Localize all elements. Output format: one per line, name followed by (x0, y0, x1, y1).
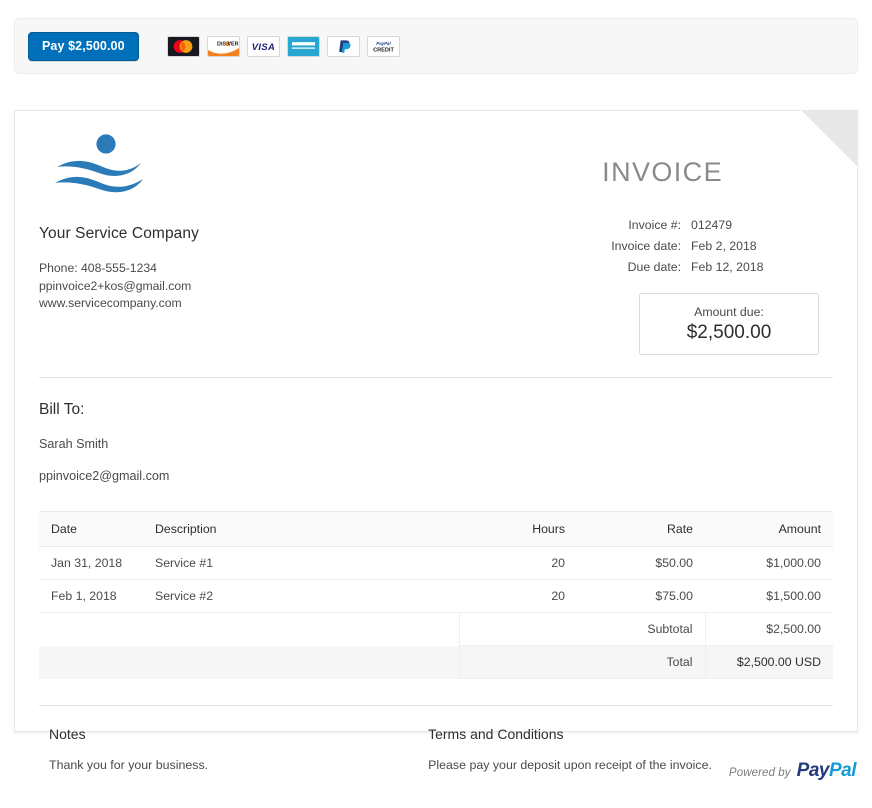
company-contact: Phone: 408-555-1234 ppinvoice2+kos@gmail… (39, 260, 420, 313)
bill-to-name: Sarah Smith (39, 437, 833, 451)
meta-row-invoice-date: Invoice date: Feb 2, 2018 (611, 235, 819, 256)
meta-row-due-date: Due date: Feb 12, 2018 (611, 256, 819, 277)
column-header-hours: Hours (459, 512, 577, 547)
discover-logo: DISC VER (207, 36, 240, 57)
column-header-date: Date (39, 512, 143, 547)
spacer-cell (143, 646, 459, 679)
cell-description: Service #1 (143, 547, 459, 580)
cell-rate: $75.00 (577, 580, 705, 613)
paypal-wordmark-first: Pay (797, 760, 829, 781)
total-value: $2,500.00 USD (705, 646, 833, 679)
company-email: ppinvoice2+kos@gmail.com (39, 278, 420, 296)
amount-due-label: Amount due: (694, 305, 764, 319)
line-items-table: Date Description Hours Rate Amount Jan 3… (39, 511, 833, 679)
table-row: Feb 1, 2018 Service #2 20 $75.00 $1,500.… (39, 580, 833, 613)
notes-terms-section: Notes Thank you for your business. Terms… (39, 726, 833, 772)
invoice-meta-block: INVOICE Invoice #: 012479 Invoice date: … (420, 131, 833, 355)
svg-text:VISA: VISA (251, 41, 274, 52)
cell-date: Jan 31, 2018 (39, 547, 143, 580)
notes-body: Thank you for your business. (49, 758, 420, 772)
paypal-credit-logo: PayPal CREDIT (367, 36, 400, 57)
mastercard-logo (167, 36, 200, 57)
invoice-card: Your Service Company Phone: 408-555-1234… (14, 110, 858, 732)
svg-text:VER: VER (227, 41, 238, 47)
terms-heading: Terms and Conditions (428, 726, 833, 742)
svg-text:CREDIT: CREDIT (373, 47, 394, 53)
table-row: Jan 31, 2018 Service #1 20 $50.00 $1,000… (39, 547, 833, 580)
notes-heading: Notes (49, 726, 420, 742)
amex-logo (287, 36, 320, 57)
meta-label: Invoice #: (611, 214, 691, 235)
subtotal-label: Subtotal (459, 613, 705, 646)
spacer-cell (143, 613, 459, 646)
cell-amount: $1,000.00 (705, 547, 833, 580)
cell-hours: 20 (459, 547, 577, 580)
paypal-logo (327, 36, 360, 57)
meta-value: 012479 (691, 214, 819, 235)
header-divider (39, 377, 833, 378)
powered-by-label: Powered by (729, 767, 791, 779)
meta-label: Invoice date: (611, 235, 691, 256)
amount-due-box: Amount due: $2,500.00 (639, 293, 819, 355)
column-header-amount: Amount (705, 512, 833, 547)
total-row: Total $2,500.00 USD (39, 646, 833, 679)
paypal-wordmark-second: Pal (829, 760, 856, 781)
company-website: www.servicecompany.com (39, 295, 420, 313)
cell-rate: $50.00 (577, 547, 705, 580)
spacer-cell (39, 613, 143, 646)
payment-bar: Pay $2,500.00 DISC VER VISA (14, 18, 858, 74)
bill-to-title: Bill To: (39, 401, 833, 419)
bill-to-block: Bill To: Sarah Smith ppinvoice2@gmail.co… (39, 401, 833, 483)
column-header-rate: Rate (577, 512, 705, 547)
meta-value: Feb 2, 2018 (691, 235, 819, 256)
page-title: INVOICE (420, 157, 819, 188)
company-block: Your Service Company Phone: 408-555-1234… (39, 131, 420, 355)
pay-button[interactable]: Pay $2,500.00 (28, 32, 139, 61)
spacer-cell (39, 646, 143, 679)
swimmer-logo (49, 131, 157, 199)
cell-description: Service #2 (143, 580, 459, 613)
column-header-description: Description (143, 512, 459, 547)
accepted-cards-list: DISC VER VISA (167, 36, 400, 57)
invoice-meta-table: Invoice #: 012479 Invoice date: Feb 2, 2… (611, 214, 819, 277)
meta-label: Due date: (611, 256, 691, 277)
meta-value: Feb 12, 2018 (691, 256, 819, 277)
table-header-row: Date Description Hours Rate Amount (39, 512, 833, 547)
invoice-header: Your Service Company Phone: 408-555-1234… (39, 111, 833, 355)
cell-amount: $1,500.00 (705, 580, 833, 613)
svg-text:PayPal: PayPal (376, 41, 391, 46)
cell-date: Feb 1, 2018 (39, 580, 143, 613)
total-label: Total (459, 646, 705, 679)
powered-by-paypal: Powered by PayPal (729, 760, 856, 782)
subtotal-value: $2,500.00 (705, 613, 833, 646)
subtotal-row: Subtotal $2,500.00 (39, 613, 833, 646)
notes-block: Notes Thank you for your business. (39, 726, 420, 772)
notes-divider (39, 705, 833, 706)
paypal-wordmark: PayPal (797, 760, 856, 782)
amount-due-value: $2,500.00 (687, 322, 772, 344)
meta-row-invoice-number: Invoice #: 012479 (611, 214, 819, 235)
visa-logo: VISA (247, 36, 280, 57)
company-name: Your Service Company (39, 225, 420, 243)
company-phone: Phone: 408-555-1234 (39, 260, 420, 278)
cell-hours: 20 (459, 580, 577, 613)
bill-to-email: ppinvoice2@gmail.com (39, 469, 833, 483)
